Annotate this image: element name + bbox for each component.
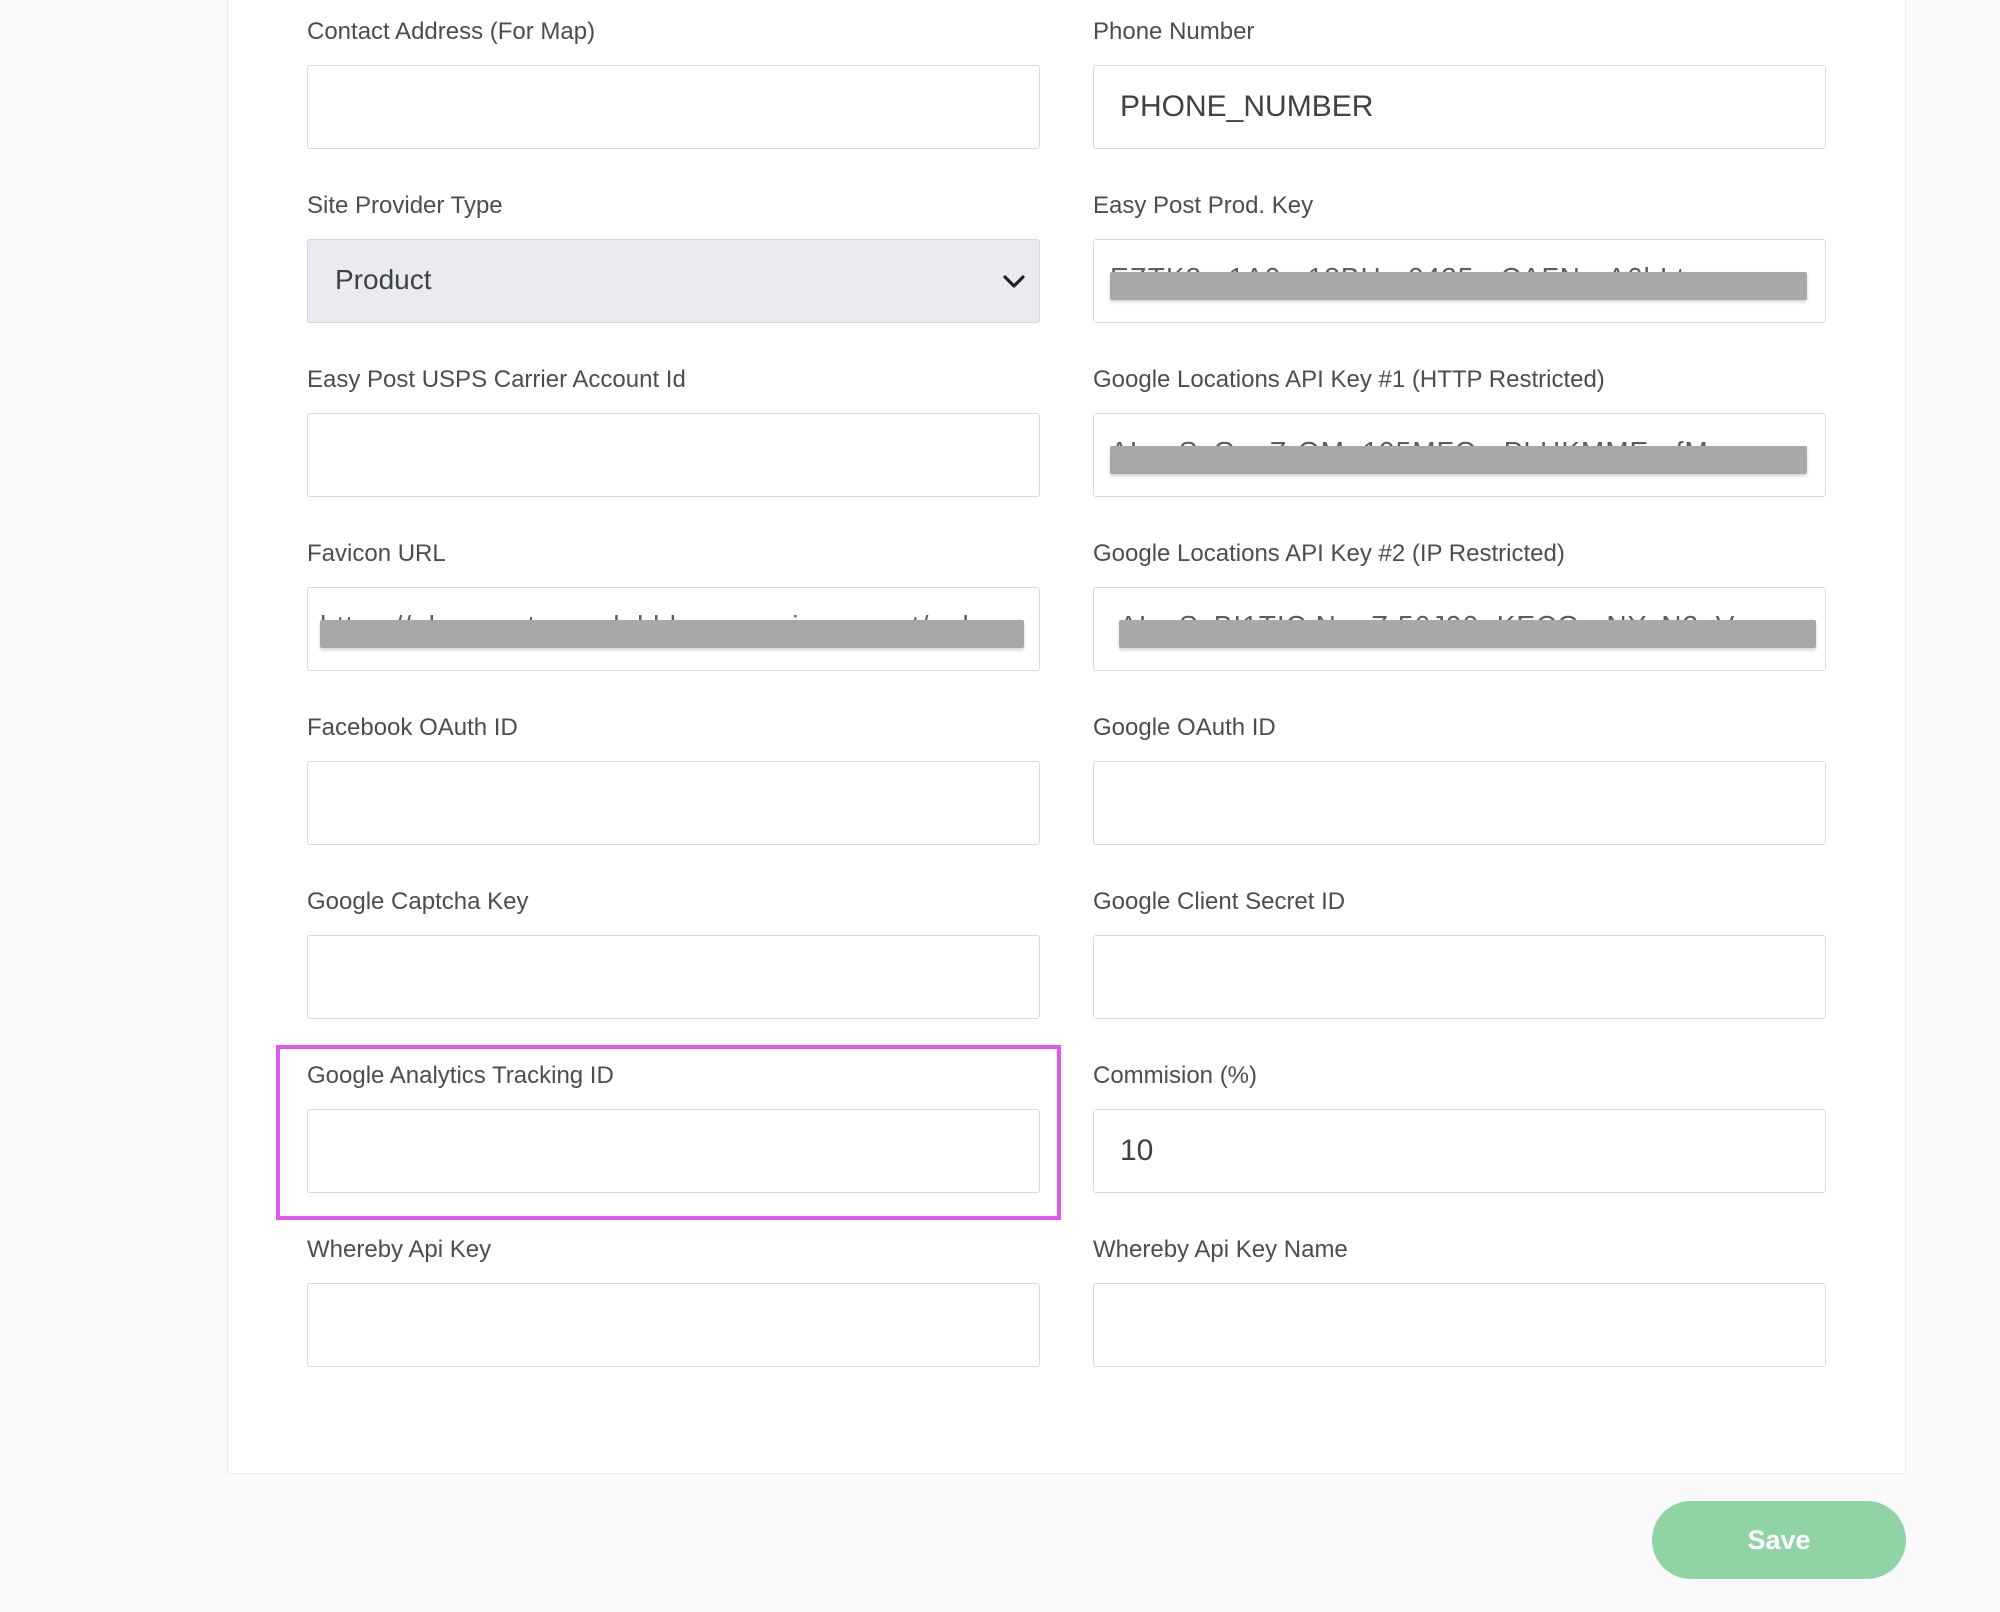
easy-post-usps-carrier-label: Easy Post USPS Carrier Account Id xyxy=(307,366,686,393)
site-provider-type-value: Product xyxy=(335,264,432,295)
phone-number-box xyxy=(1093,65,1826,149)
google-captcha-key-box xyxy=(307,935,1040,1019)
google-analytics-tracking-id-label: Google Analytics Tracking ID xyxy=(307,1062,614,1089)
favicon-url-input[interactable] xyxy=(308,588,1039,670)
whereby-api-key-name-label: Whereby Api Key Name xyxy=(1093,1236,1348,1263)
google-oauth-id-box xyxy=(1093,761,1826,845)
contact-address-input[interactable] xyxy=(308,66,1039,148)
site-provider-type-label: Site Provider Type xyxy=(307,192,503,219)
site-provider-type-select[interactable]: Product xyxy=(307,239,1040,323)
google-analytics-tracking-id-box xyxy=(307,1109,1040,1193)
favicon-url-box: https://uh...mastermedal.blo...amazia...… xyxy=(307,587,1040,671)
google-locations-key-1-label: Google Locations API Key #1 (HTTP Restri… xyxy=(1093,366,1605,393)
contact-address-box xyxy=(307,65,1040,149)
google-analytics-tracking-id-input[interactable] xyxy=(308,1110,1039,1192)
save-button[interactable]: Save xyxy=(1652,1501,1906,1579)
whereby-api-key-name-input[interactable] xyxy=(1094,1284,1825,1366)
commission-box xyxy=(1093,1109,1826,1193)
whereby-api-key-name-box xyxy=(1093,1283,1826,1367)
easy-post-prod-key-box: EZTK2...1A0...18BH...0425...CAFN...A6hLt xyxy=(1093,239,1826,323)
whereby-api-key-input[interactable] xyxy=(308,1284,1039,1366)
google-captcha-key-input[interactable] xyxy=(308,936,1039,1018)
chevron-down-icon xyxy=(1003,275,1025,288)
facebook-oauth-id-box xyxy=(307,761,1040,845)
phone-number-label: Phone Number xyxy=(1093,18,1255,45)
facebook-oauth-id-label: Facebook OAuth ID xyxy=(307,714,518,741)
facebook-oauth-id-input[interactable] xyxy=(308,762,1039,844)
easy-post-prod-key-label: Easy Post Prod. Key xyxy=(1093,192,1314,219)
google-captcha-key-label: Google Captcha Key xyxy=(307,888,529,915)
favicon-url-label: Favicon URL xyxy=(307,540,446,567)
commission-label: Commision (%) xyxy=(1093,1062,1258,1089)
easy-post-usps-carrier-box xyxy=(307,413,1040,497)
phone-number-input[interactable] xyxy=(1094,66,1825,148)
google-oauth-id-input[interactable] xyxy=(1094,762,1825,844)
google-locations-key-2-label: Google Locations API Key #2 (IP Restrict… xyxy=(1093,540,1565,567)
commission-input[interactable] xyxy=(1094,1110,1825,1192)
google-client-secret-id-input[interactable] xyxy=(1094,936,1825,1018)
whereby-api-key-box xyxy=(307,1283,1040,1367)
google-client-secret-id-box xyxy=(1093,935,1826,1019)
google-locations-key-2-input[interactable] xyxy=(1094,588,1825,670)
google-client-secret-id-label: Google Client Secret ID xyxy=(1093,888,1346,915)
contact-address-label: Contact Address (For Map) xyxy=(307,18,596,45)
easy-post-prod-key-input[interactable] xyxy=(1094,240,1825,322)
google-oauth-id-label: Google OAuth ID xyxy=(1093,714,1276,741)
whereby-api-key-label: Whereby Api Key xyxy=(307,1236,492,1263)
easy-post-usps-carrier-input[interactable] xyxy=(308,414,1039,496)
google-locations-key-1-box: AIza.SyGuoZrOM..195MFQ...PLHKMME...fM xyxy=(1093,413,1826,497)
google-locations-key-2-box: AIzaSyBI1TIC.No..Z.56J90..KECG...NY..N2a… xyxy=(1093,587,1826,671)
google-locations-key-1-input[interactable] xyxy=(1094,414,1825,496)
